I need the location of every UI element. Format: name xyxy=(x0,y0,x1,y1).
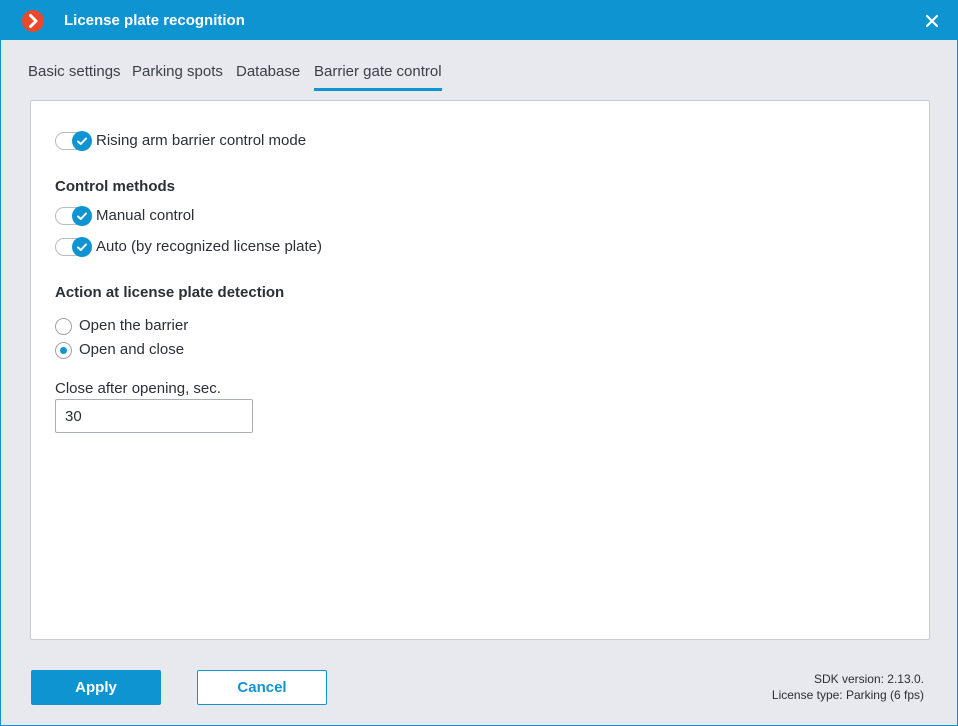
checkmark-icon xyxy=(77,212,87,220)
cancel-button[interactable]: Cancel xyxy=(197,670,327,705)
license-plate-recognition-dialog: License plate recognition Basic settings… xyxy=(0,0,958,726)
tab-database[interactable]: Database xyxy=(236,63,300,88)
action-at-detection-heading: Action at license plate detection xyxy=(55,284,285,301)
auto-control-toggle[interactable] xyxy=(55,237,92,257)
rising-arm-mode-label: Rising arm barrier control mode xyxy=(96,132,307,149)
close-button[interactable] xyxy=(921,10,943,32)
checkmark-icon xyxy=(77,243,87,251)
tab-basic-settings[interactable]: Basic settings xyxy=(28,63,121,88)
rising-arm-mode-toggle[interactable] xyxy=(55,131,92,151)
open-and-close-radio[interactable] xyxy=(55,342,72,359)
open-and-close-label: Open and close xyxy=(79,341,185,358)
open-the-barrier-radio[interactable] xyxy=(55,318,72,335)
checkmark-icon xyxy=(77,137,87,145)
version-info: SDK version: 2.13.0. License type: Parki… xyxy=(772,671,924,703)
tab-parking-spots[interactable]: Parking spots xyxy=(132,63,223,88)
tab-barrier-gate-control[interactable]: Barrier gate control xyxy=(314,63,442,91)
toggle-knob xyxy=(72,206,92,226)
license-type: License type: Parking (6 fps) xyxy=(771,688,924,702)
apply-button[interactable]: Apply xyxy=(31,670,161,705)
close-icon xyxy=(925,14,939,28)
toggle-knob xyxy=(72,237,92,257)
title-bar: License plate recognition xyxy=(1,1,957,40)
manual-control-toggle[interactable] xyxy=(55,206,92,226)
sdk-version: SDK version: 2.13.0. xyxy=(813,672,924,686)
window-title: License plate recognition xyxy=(64,12,245,29)
toggle-knob xyxy=(72,131,92,151)
auto-control-label: Auto (by recognized license plate) xyxy=(96,238,322,255)
close-after-opening-label: Close after opening, sec. xyxy=(55,380,221,397)
manual-control-label: Manual control xyxy=(96,207,195,224)
open-the-barrier-label: Open the barrier xyxy=(79,317,189,334)
barrier-gate-control-panel: Rising arm barrier control mode Control … xyxy=(30,100,930,640)
control-methods-heading: Control methods xyxy=(55,178,175,195)
app-logo-icon xyxy=(22,10,44,32)
close-after-opening-input[interactable] xyxy=(55,399,253,433)
